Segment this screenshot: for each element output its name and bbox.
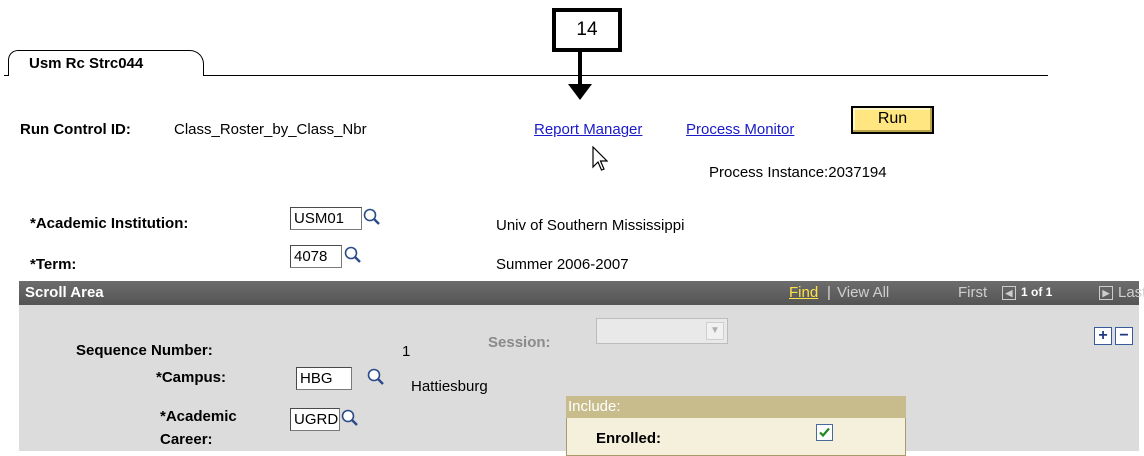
campus-label: *Campus:: [156, 369, 227, 386]
mouse-pointer-icon: [592, 146, 608, 171]
run-control-label: Run Control ID:: [20, 121, 131, 138]
include-header: Include:: [566, 396, 906, 418]
scroll-area-header: Scroll Area Find | View All First ◀ 1 of…: [19, 281, 1144, 305]
magnifier-icon[interactable]: [340, 408, 360, 428]
report-manager-link[interactable]: Report Manager: [534, 121, 642, 138]
add-row-button[interactable]: +: [1094, 327, 1112, 345]
next-row-icon[interactable]: ▶: [1099, 286, 1113, 300]
down-arrow-icon: [578, 52, 582, 86]
tab-label: Usm Rc Strc044: [29, 55, 144, 72]
last-link[interactable]: Last: [1118, 284, 1144, 301]
session-label: Session:: [488, 334, 551, 351]
institution-label: *Academic Institution:: [30, 215, 189, 232]
find-link[interactable]: Find: [789, 284, 818, 301]
tab-baseline: [204, 75, 1048, 76]
campus-description: Hattiesburg: [411, 378, 488, 395]
nav-separator: |: [827, 284, 831, 301]
magnifier-icon[interactable]: [343, 245, 363, 265]
sequence-number-value: 1: [402, 343, 411, 360]
row-count: 1 of 1: [1021, 285, 1053, 299]
institution-input[interactable]: USM01: [290, 207, 362, 230]
first-link[interactable]: First: [958, 284, 987, 301]
term-input[interactable]: 4078: [290, 245, 342, 268]
checkmark-icon: [819, 427, 830, 438]
run-control-value: Class_Roster_by_Class_Nbr: [174, 121, 367, 138]
process-monitor-link[interactable]: Process Monitor: [686, 121, 794, 138]
term-label: *Term:: [30, 256, 77, 273]
campus-input[interactable]: HBG: [296, 367, 352, 390]
magnifier-icon[interactable]: [362, 207, 382, 227]
delete-row-button[interactable]: −: [1115, 327, 1133, 345]
term-description: Summer 2006-2007: [496, 256, 629, 273]
sequence-number-label: Sequence Number:: [76, 342, 213, 359]
scroll-area-title: Scroll Area: [25, 284, 104, 301]
previous-row-icon[interactable]: ◀: [1002, 286, 1016, 300]
chevron-down-icon: ▼: [706, 322, 724, 340]
magnifier-icon[interactable]: [366, 367, 386, 387]
session-select[interactable]: ▼: [596, 318, 728, 344]
career-label-line1: *Academic: [160, 408, 237, 425]
enrolled-checkbox[interactable]: [816, 424, 833, 441]
view-all-link[interactable]: View All: [837, 284, 889, 301]
tab-usm-rc-strc044[interactable]: Usm Rc Strc044: [8, 50, 204, 76]
annotation-callout: 14: [552, 8, 622, 52]
career-input[interactable]: UGRD: [290, 408, 340, 431]
run-button[interactable]: Run: [851, 106, 934, 134]
arrow-head: [568, 84, 592, 100]
annotation-number: 14: [576, 19, 598, 40]
institution-description: Univ of Southern Mississippi: [496, 217, 685, 234]
process-instance: Process Instance:2037194: [709, 164, 887, 181]
career-label-line2: Career:: [160, 431, 213, 448]
enrolled-label: Enrolled:: [596, 430, 662, 447]
